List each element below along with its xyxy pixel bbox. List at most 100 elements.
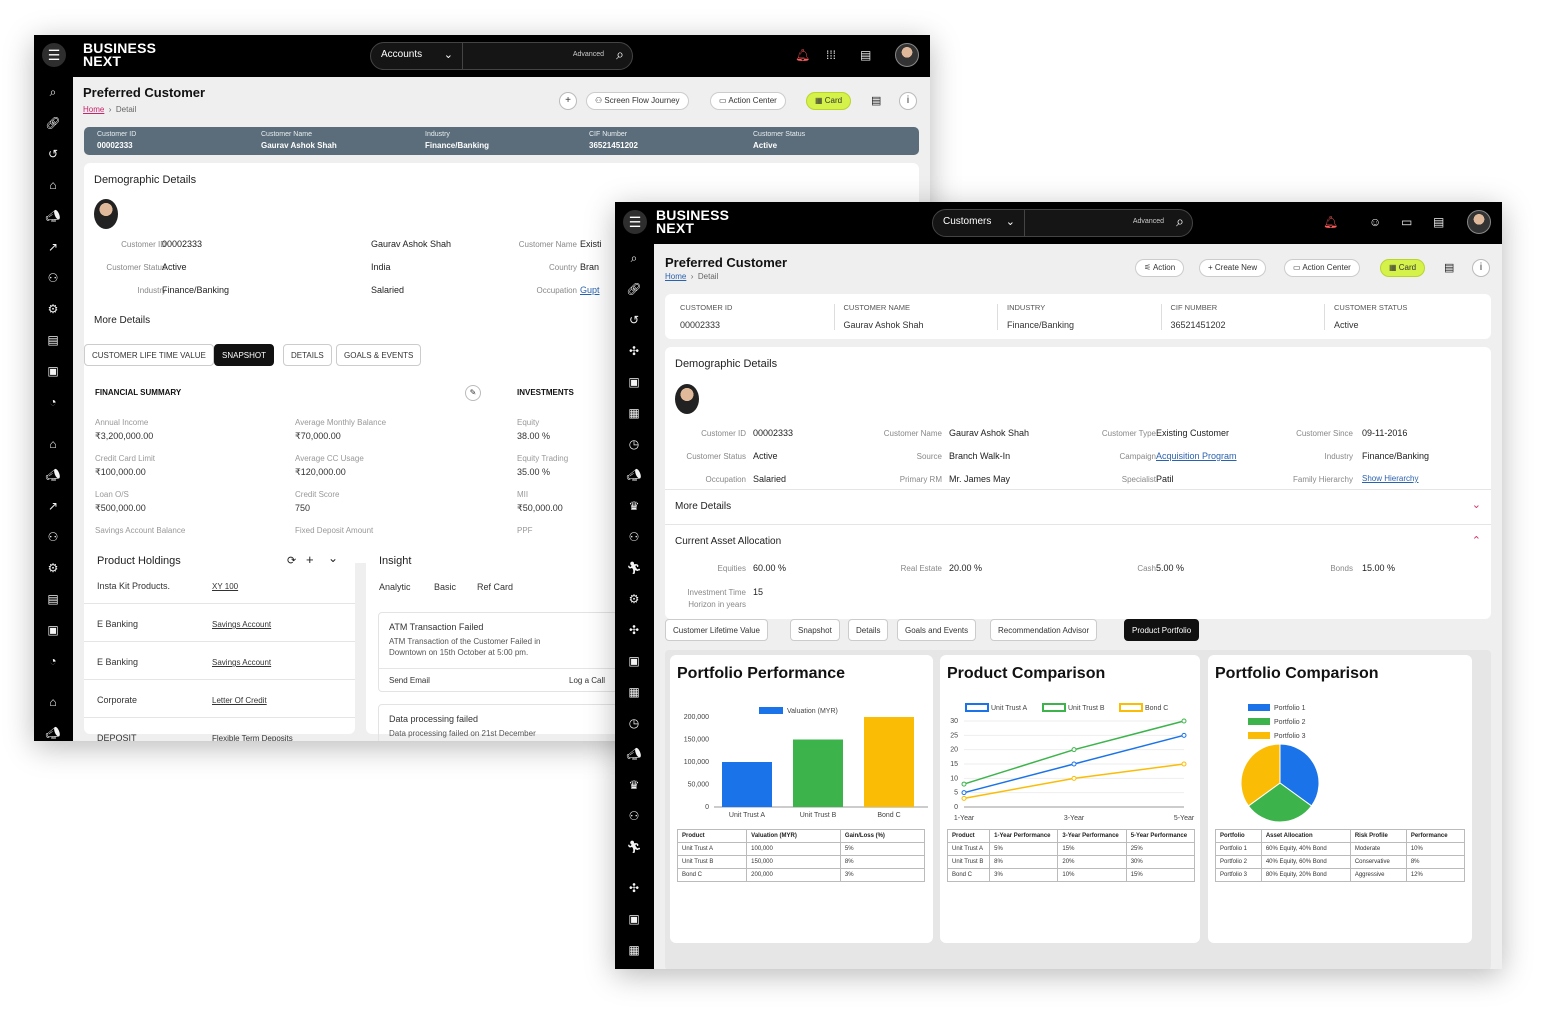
- insight-tab-ref-card[interactable]: Ref Card: [477, 582, 513, 593]
- link-icon[interactable]: 🔗︎: [626, 282, 642, 296]
- calendar-icon[interactable]: ▦: [626, 943, 642, 957]
- add-button[interactable]: +: [559, 92, 577, 110]
- home-icon[interactable]: ⌂: [45, 695, 61, 709]
- dashboard-icon[interactable]: ◔: [45, 395, 61, 409]
- home-icon[interactable]: ⌂: [45, 437, 61, 451]
- chat-icon[interactable]: ▭: [1401, 215, 1412, 229]
- people-icon[interactable]: ⚇: [45, 530, 61, 544]
- apps-grid-icon[interactable]: ⁞⁞⁞: [826, 48, 836, 62]
- run-icon[interactable]: 🏃︎: [626, 840, 642, 854]
- insight-tab-basic[interactable]: Basic: [434, 582, 456, 593]
- clipboard-icon[interactable]: ▣: [45, 364, 61, 378]
- holding-link[interactable]: Letter Of Credit: [212, 695, 267, 706]
- layout-icon[interactable]: ▤: [1433, 215, 1444, 229]
- avatar[interactable]: [1467, 210, 1491, 234]
- field-value[interactable]: Gupt: [580, 285, 600, 295]
- menu-icon[interactable]: ☰: [42, 43, 66, 67]
- holding-link[interactable]: XY 100: [212, 581, 238, 592]
- module-icon[interactable]: ✣: [626, 623, 642, 637]
- log-call-action[interactable]: Log a Call: [569, 675, 605, 686]
- menu-icon[interactable]: ☰: [623, 210, 647, 234]
- search-box[interactable]: Accounts ⌄ Advanced ⌕: [370, 42, 633, 70]
- search-icon[interactable]: ⌕: [616, 46, 624, 63]
- asset-allocation-heading[interactable]: Current Asset Allocation: [675, 536, 781, 547]
- holding-link[interactable]: Flexible Term Deposits: [212, 733, 293, 741]
- avatar[interactable]: [895, 43, 919, 67]
- link-icon[interactable]: 🔗︎: [45, 116, 61, 130]
- insight-tab-analytic[interactable]: Analytic: [379, 582, 411, 593]
- calendar-icon[interactable]: ▦: [626, 406, 642, 420]
- list-view-icon[interactable]: ▤: [871, 94, 881, 107]
- holding-link[interactable]: Savings Account: [212, 619, 271, 630]
- history-icon[interactable]: ↺: [45, 147, 61, 161]
- megaphone-icon[interactable]: 📣︎: [45, 468, 61, 482]
- dashboard-icon[interactable]: ◔: [45, 654, 61, 668]
- more-details-heading[interactable]: More Details: [675, 501, 731, 512]
- chart-icon[interactable]: ↗: [45, 240, 61, 254]
- chevron-down-icon[interactable]: ⌄: [1472, 498, 1481, 511]
- search-icon[interactable]: ⌕: [45, 85, 61, 100]
- list-view-icon[interactable]: ▤: [1444, 261, 1454, 274]
- search-module-select[interactable]: Customers ⌄: [933, 210, 1025, 236]
- clipboard-icon[interactable]: ▣: [626, 654, 642, 668]
- document-icon[interactable]: ▤: [45, 592, 61, 606]
- tab-details[interactable]: Details: [848, 619, 889, 641]
- card-view-button[interactable]: ▦ Card: [1380, 259, 1426, 277]
- clipboard-icon[interactable]: ▣: [626, 912, 642, 926]
- field-value[interactable]: Acquisition Program: [1156, 451, 1237, 461]
- megaphone-icon[interactable]: 📣︎: [626, 747, 642, 761]
- insight-item[interactable]: ATM Transaction Failed ATM Transaction o…: [378, 612, 618, 692]
- settings-icon[interactable]: ⚙: [626, 592, 642, 606]
- calendar-icon[interactable]: ▦: [626, 685, 642, 699]
- tab-goals-events[interactable]: GOALS & EVENTS: [336, 344, 422, 366]
- tab-details[interactable]: DETAILS: [283, 344, 332, 366]
- add-icon[interactable]: +: [306, 552, 314, 567]
- search-icon[interactable]: ⌕: [1176, 213, 1184, 230]
- run-icon[interactable]: 🏃︎: [626, 561, 642, 575]
- document-icon[interactable]: ▤: [45, 333, 61, 347]
- crown-icon[interactable]: ♛: [626, 499, 642, 513]
- settings-icon[interactable]: ⚙: [45, 561, 61, 575]
- tab-customer-life-time-value[interactable]: CUSTOMER LIFE TIME VALUE: [84, 344, 214, 366]
- tab-goals-and-events[interactable]: Goals and Events: [897, 619, 977, 641]
- refresh-icon[interactable]: ⟳: [287, 554, 296, 567]
- action-center-button[interactable]: ▭ Action Center: [1284, 259, 1360, 277]
- clock-icon[interactable]: ◷: [626, 716, 642, 730]
- more-details-heading[interactable]: More Details: [94, 315, 150, 326]
- crown-icon[interactable]: ♛: [626, 778, 642, 792]
- breadcrumb-home[interactable]: Home: [83, 105, 104, 114]
- module-icon[interactable]: ✣: [626, 881, 642, 895]
- megaphone-icon[interactable]: 📣︎: [45, 726, 61, 740]
- info-icon[interactable]: i: [899, 92, 917, 110]
- tab-snapshot[interactable]: Snapshot: [790, 619, 840, 641]
- search-box[interactable]: Customers ⌄ Advanced ⌕: [932, 209, 1193, 237]
- clock-icon[interactable]: ◷: [626, 437, 642, 451]
- breadcrumb-home[interactable]: Home: [665, 272, 686, 281]
- home-icon[interactable]: ⌂: [45, 178, 61, 192]
- search-module-select[interactable]: Accounts ⌄: [371, 43, 463, 69]
- layout-icon[interactable]: ▤: [860, 48, 871, 62]
- edit-icon[interactable]: ✎: [465, 385, 481, 401]
- chevron-up-icon[interactable]: ⌃: [1472, 534, 1481, 547]
- info-icon[interactable]: i: [1472, 259, 1490, 277]
- tab-snapshot[interactable]: SNAPSHOT: [214, 344, 275, 366]
- field-value[interactable]: Show Hierarchy: [1362, 474, 1418, 483]
- tab-recommendation-advisor[interactable]: Recommendation Advisor: [990, 619, 1098, 641]
- people-icon[interactable]: ⚇: [45, 271, 61, 285]
- clipboard-icon[interactable]: ▣: [45, 623, 61, 637]
- bell-icon[interactable]: 🔔︎: [795, 48, 810, 62]
- insight-item[interactable]: Data processing failed Data processing f…: [378, 704, 618, 741]
- tab-product-portfolio[interactable]: Product Portfolio: [1124, 619, 1200, 641]
- settings-icon[interactable]: ⚙: [45, 302, 61, 316]
- megaphone-icon[interactable]: 📣︎: [45, 209, 61, 223]
- chart-icon[interactable]: ↗: [45, 499, 61, 513]
- bot-icon[interactable]: ☺: [1369, 215, 1381, 229]
- bell-icon[interactable]: 🔔︎: [1323, 215, 1338, 229]
- holding-link[interactable]: Savings Account: [212, 657, 271, 668]
- history-icon[interactable]: ↺: [626, 313, 642, 327]
- module-icon[interactable]: ✣: [626, 344, 642, 358]
- create-new-button[interactable]: + Create New: [1199, 259, 1267, 277]
- advanced-search-link[interactable]: Advanced: [1133, 218, 1164, 225]
- advanced-search-link[interactable]: Advanced: [573, 51, 604, 58]
- user-icon[interactable]: ⚇: [626, 530, 642, 544]
